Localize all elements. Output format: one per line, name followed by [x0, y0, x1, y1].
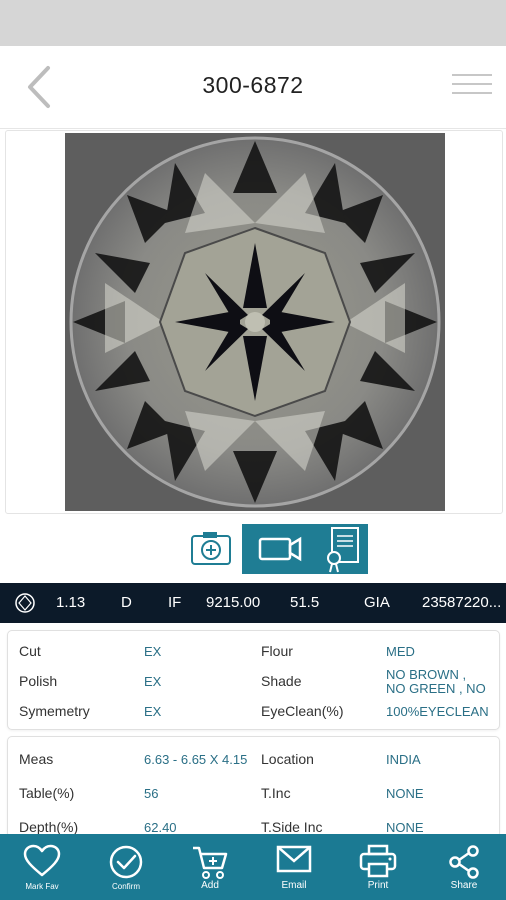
- print-label: Print: [367, 880, 389, 891]
- meas-label: Meas: [19, 751, 54, 767]
- video-camera-icon: [258, 536, 302, 562]
- shade-label: Shade: [261, 673, 302, 689]
- eyeclean-label: EyeClean(%): [261, 703, 344, 719]
- app-header: 300-6872: [0, 46, 506, 129]
- tsideinc-label: T.Side Inc: [261, 819, 323, 835]
- print-button[interactable]: Print: [336, 834, 420, 900]
- certificate-icon: [327, 527, 359, 573]
- cut-label: Cut: [19, 643, 41, 659]
- flour-value: MED: [386, 644, 415, 659]
- polish-label: Polish: [19, 673, 58, 689]
- certificate-number: 23587220...: [422, 594, 502, 611]
- depth-label: Depth(%): [19, 819, 79, 835]
- camera-icon: [191, 532, 231, 565]
- check-circle-icon: [109, 845, 143, 879]
- shade-value: NO BROWN , NO GREEN , NO: [386, 668, 486, 696]
- location-value: INDIA: [386, 752, 421, 767]
- diamond-image-card: [5, 130, 503, 514]
- share-label: Share: [450, 880, 478, 891]
- share-button[interactable]: Share: [422, 834, 506, 900]
- mark-fav-label: Mark Fav: [25, 882, 59, 891]
- email-button[interactable]: Email: [252, 834, 336, 900]
- mail-icon: [276, 845, 312, 873]
- discount-value: 51.5: [290, 594, 320, 611]
- table-value: 56: [144, 786, 159, 801]
- email-label: Email: [281, 880, 307, 891]
- heart-icon: [23, 844, 61, 877]
- symmetry-label: Symemetry: [19, 703, 90, 719]
- depth-value: 62.40: [144, 820, 177, 835]
- flour-label: Flour: [261, 643, 293, 659]
- diamond-image[interactable]: [65, 133, 445, 511]
- tsideinc-value: NONE: [386, 820, 424, 835]
- media-buttons: [190, 524, 370, 574]
- tinc-label: T.Inc: [261, 785, 291, 801]
- status-bar: [0, 0, 506, 46]
- mark-fav-button[interactable]: Mark Fav: [0, 834, 84, 900]
- grading-details-card: Cut EX Flour MED Polish EX Shade NO BROW…: [7, 630, 500, 730]
- symmetry-value: EX: [144, 704, 162, 719]
- printer-icon: [359, 844, 397, 878]
- clarity-value: IF: [168, 594, 182, 611]
- meas-value: 6.63 - 6.65 X 4.15: [144, 752, 248, 767]
- tinc-value: NONE: [386, 786, 424, 801]
- add-to-cart-button[interactable]: Add: [168, 834, 252, 900]
- color-value: D: [121, 594, 132, 611]
- bottom-navigation: Mark Fav Confirm Add Email Print Share: [0, 834, 506, 900]
- carat-value: 1.13: [56, 594, 86, 611]
- page-title: 300-6872: [202, 72, 304, 98]
- add-label: Add: [201, 880, 219, 891]
- polish-value: EX: [144, 674, 162, 689]
- video-button[interactable]: [242, 524, 324, 574]
- confirm-button[interactable]: Confirm: [84, 834, 168, 900]
- confirm-label: Confirm: [111, 882, 140, 891]
- hamburger-menu-icon[interactable]: [452, 74, 492, 100]
- diamond-shape-icon: [15, 593, 35, 613]
- certificate-button[interactable]: [320, 524, 368, 574]
- price-value: 9215.00: [206, 594, 261, 611]
- photo-button[interactable]: [190, 524, 234, 574]
- share-icon: [449, 845, 479, 879]
- location-label: Location: [261, 751, 314, 767]
- cut-value: EX: [144, 644, 162, 659]
- eyeclean-value: 100%EYECLEAN: [386, 704, 489, 719]
- measurement-details-card: Meas 6.63 - 6.65 X 4.15 Location INDIA T…: [7, 736, 500, 838]
- lab-value: GIA: [364, 594, 390, 611]
- stone-summary-bar: 1.13 D IF 9215.00 51.5 GIA 23587220...: [0, 583, 506, 623]
- table-label: Table(%): [19, 785, 75, 801]
- cart-icon: [193, 846, 228, 879]
